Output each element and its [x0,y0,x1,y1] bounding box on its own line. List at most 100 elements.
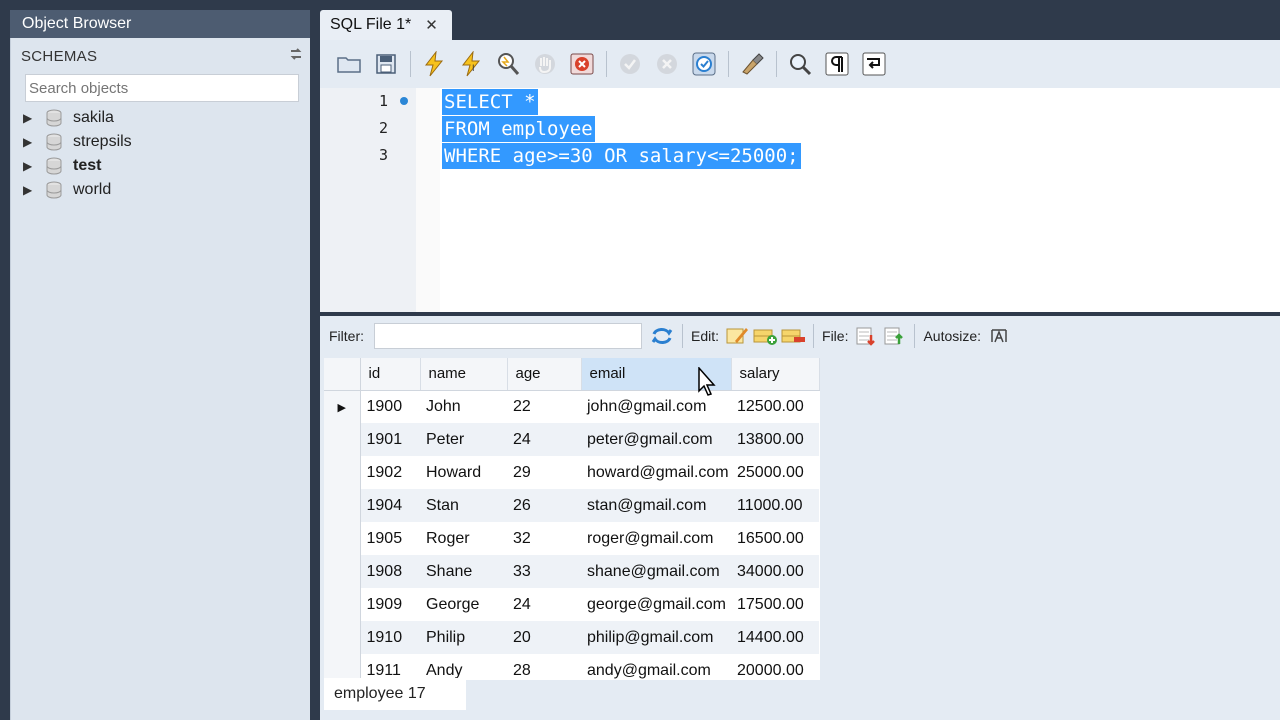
cell-name[interactable]: Peter [420,423,507,456]
table-row[interactable]: ▶ 1900 John 22 john@gmail.com 12500.00 [324,390,819,423]
cell-age[interactable]: 28 [507,654,581,680]
tab-sql-file[interactable]: SQL File 1* ✕ [320,10,452,40]
autosize-icon[interactable] [985,322,1013,350]
column-header-email[interactable]: email [581,358,732,391]
save-icon[interactable] [371,49,401,79]
code-area[interactable]: 1 2 3 SELECT * FROM employee WHERE age>=30 O… [320,88,1280,312]
cell-age[interactable]: 20 [507,621,581,654]
cell-id[interactable]: 1909 [360,588,420,621]
refresh-icon[interactable] [648,322,676,350]
schema-item-world[interactable]: ▶ world [11,178,310,202]
cell-name[interactable]: John [420,390,507,423]
table-row[interactable]: 1901 Peter 24 peter@gmail.com 13800.00 [324,423,819,456]
table-row[interactable]: 1902 Howard 29 howard@gmail.com 25000.00 [324,456,819,489]
refresh-schemas-icon[interactable] [282,47,310,65]
cell-age[interactable]: 22 [507,390,581,423]
cell-email[interactable]: andy@gmail.com [581,654,731,680]
row-indicator[interactable] [324,654,361,680]
cell-salary[interactable]: 25000.00 [731,456,819,489]
expand-arrow-icon[interactable]: ▶ [23,183,41,197]
cell-salary[interactable]: 34000.00 [731,555,819,588]
execute-current-icon[interactable]: I [456,49,486,79]
cell-id[interactable]: 1900 [360,390,420,423]
close-icon[interactable]: ✕ [425,16,438,34]
result-grid[interactable]: id name age email salary ▶ 1900 John 22 john@gma… [324,358,820,680]
expand-arrow-icon[interactable]: ▶ [23,159,41,173]
search-objects-input[interactable] [25,74,299,102]
delete-row-icon[interactable] [779,322,807,350]
column-header-id[interactable]: id [360,358,421,391]
cell-email[interactable]: george@gmail.com [581,588,731,621]
cell-name[interactable]: George [420,588,507,621]
tab-result-employee[interactable]: employee 17 [324,678,466,710]
autocommit-icon[interactable] [689,49,719,79]
toggle-error-icon[interactable] [567,49,597,79]
cell-salary[interactable]: 11000.00 [731,489,819,522]
cell-email[interactable]: philip@gmail.com [581,621,731,654]
row-indicator[interactable] [324,489,361,522]
cell-id[interactable]: 1905 [360,522,420,555]
row-indicator[interactable] [324,588,361,621]
open-folder-icon[interactable] [334,49,364,79]
table-row[interactable]: 1910 Philip 20 philip@gmail.com 14400.00 [324,621,819,654]
cell-name[interactable]: Roger [420,522,507,555]
table-row[interactable]: 1911 Andy 28 andy@gmail.com 20000.00 [324,654,819,680]
column-header-salary[interactable]: salary [731,358,820,391]
cell-salary[interactable]: 14400.00 [731,621,819,654]
expand-arrow-icon[interactable]: ▶ [23,135,41,149]
cell-salary[interactable]: 13800.00 [731,423,819,456]
commit-icon[interactable] [615,49,645,79]
row-indicator[interactable] [324,522,361,555]
find-icon[interactable] [785,49,815,79]
explain-icon[interactable] [493,49,523,79]
row-indicator[interactable] [324,621,361,654]
cell-id[interactable]: 1910 [360,621,420,654]
column-header-age[interactable]: age [507,358,582,391]
rollback-icon[interactable] [652,49,682,79]
code-line[interactable]: WHERE age>=30 OR salary<=25000; [442,143,801,169]
edit-cell-icon[interactable] [723,322,751,350]
row-indicator[interactable] [324,456,361,489]
insert-row-icon[interactable] [751,322,779,350]
cell-email[interactable]: shane@gmail.com [581,555,731,588]
cell-id[interactable]: 1902 [360,456,420,489]
column-header-name[interactable]: name [420,358,508,391]
table-row[interactable]: 1908 Shane 33 shane@gmail.com 34000.00 [324,555,819,588]
cell-id[interactable]: 1908 [360,555,420,588]
cell-email[interactable]: john@gmail.com [581,390,731,423]
row-indicator[interactable] [324,423,361,456]
import-icon[interactable] [880,322,908,350]
beautify-icon[interactable] [737,49,767,79]
cell-name[interactable]: Andy [420,654,507,680]
table-row[interactable]: 1909 George 24 george@gmail.com 17500.00 [324,588,819,621]
row-indicator[interactable]: ▶ [324,390,361,423]
cell-name[interactable]: Stan [420,489,507,522]
cell-name[interactable]: Philip [420,621,507,654]
expand-arrow-icon[interactable]: ▶ [23,111,41,125]
stop-icon[interactable] [530,49,560,79]
execute-icon[interactable] [419,49,449,79]
row-indicator[interactable] [324,555,361,588]
table-row[interactable]: 1905 Roger 32 roger@gmail.com 16500.00 [324,522,819,555]
cell-age[interactable]: 24 [507,588,581,621]
cell-salary[interactable]: 16500.00 [731,522,819,555]
invisible-chars-icon[interactable] [822,49,852,79]
cell-age[interactable]: 24 [507,423,581,456]
cell-id[interactable]: 1904 [360,489,420,522]
cell-age[interactable]: 29 [507,456,581,489]
cell-email[interactable]: roger@gmail.com [581,522,731,555]
cell-age[interactable]: 26 [507,489,581,522]
filter-input[interactable] [374,323,642,349]
code-line[interactable]: FROM employee [442,116,595,142]
code-line[interactable]: SELECT * [442,89,538,115]
cell-id[interactable]: 1911 [360,654,420,680]
cell-email[interactable]: stan@gmail.com [581,489,731,522]
export-icon[interactable] [852,322,880,350]
cell-salary[interactable]: 12500.00 [731,390,819,423]
cell-name[interactable]: Howard [420,456,507,489]
schema-item-test[interactable]: ▶ test [11,154,310,178]
table-row[interactable]: 1904 Stan 26 stan@gmail.com 11000.00 [324,489,819,522]
schema-item-sakila[interactable]: ▶ sakila [11,106,310,130]
schema-item-strepsils[interactable]: ▶ strepsils [11,130,310,154]
cell-age[interactable]: 33 [507,555,581,588]
